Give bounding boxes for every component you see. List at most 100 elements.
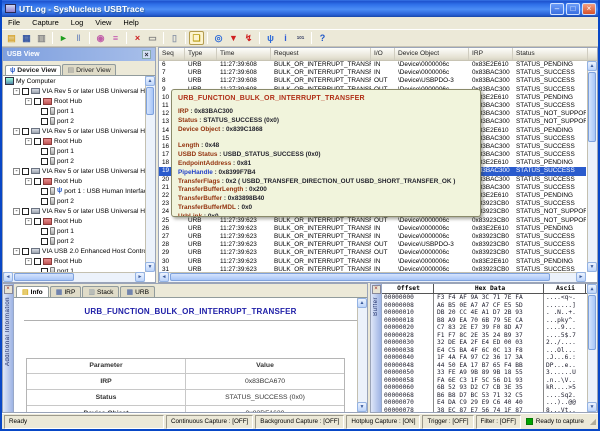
tree-item-controller[interactable]: -VIA Rev 5 or later USB Universal Host C xyxy=(3,126,145,136)
tree-item-port[interactable]: port 1 xyxy=(3,146,145,156)
checkbox[interactable] xyxy=(34,258,41,265)
scroll-down-icon[interactable]: ▼ xyxy=(145,262,155,272)
start-capture-icon[interactable]: ► xyxy=(56,31,71,45)
minimize-button[interactable]: – xyxy=(550,3,564,15)
tree-item-root-hub[interactable]: -Root Hub xyxy=(3,96,145,106)
tree-item-port[interactable]: port 1 xyxy=(3,106,145,116)
scroll-up-icon[interactable]: ▲ xyxy=(357,298,367,308)
tab-driver-view[interactable]: ▤Driver View xyxy=(62,64,115,75)
checkbox[interactable] xyxy=(22,128,29,135)
hex-row[interactable]: 0000003032 DE EA 2F E4 ED 00 032../.... xyxy=(382,339,587,347)
column-header-request[interactable]: Request xyxy=(271,48,371,60)
tree-item-controller[interactable]: -VIA Rev 5 or later USB Universal Host C xyxy=(3,86,145,96)
log-table-row[interactable]: 26URB11:27:39:623BULK_OR_INTERRUPT_TRANS… xyxy=(159,225,586,233)
checkbox[interactable] xyxy=(41,188,48,195)
checkbox[interactable] xyxy=(41,108,48,115)
column-header-device-object[interactable]: Device Object xyxy=(395,48,469,60)
checkbox[interactable] xyxy=(34,218,41,225)
tree-item-port[interactable]: port 2 xyxy=(3,236,145,246)
column-header-type[interactable]: Type xyxy=(185,48,217,60)
column-header-irp[interactable]: IRP xyxy=(469,48,513,60)
menu-item-help[interactable]: Help xyxy=(117,17,144,29)
find-icon[interactable]: ◎ xyxy=(211,31,226,45)
expander-icon[interactable]: - xyxy=(13,248,20,255)
close-button[interactable]: × xyxy=(582,3,596,15)
hex-row[interactable]: 00000008A6 B5 0E A7 A7 CF E5 5D.......] xyxy=(382,302,587,310)
tree-item-root-hub[interactable]: -Root Hub xyxy=(3,216,145,226)
tab-urb[interactable]: ▦URB xyxy=(120,286,155,297)
checkbox[interactable] xyxy=(41,118,48,125)
scroll-up-icon[interactable]: ▲ xyxy=(587,61,597,71)
export-log-icon[interactable]: ▥ xyxy=(34,31,49,45)
menu-item-capture[interactable]: Capture xyxy=(26,17,65,29)
hex-row[interactable]: 0000004844 50 EA 17 B7 65 F4 BBDP...e.. xyxy=(382,362,587,370)
expander-icon[interactable]: - xyxy=(13,208,20,215)
checkbox[interactable] xyxy=(22,88,29,95)
menu-item-file[interactable]: File xyxy=(2,17,26,29)
tree-item-port[interactable]: port 2 xyxy=(3,116,145,126)
hex-vertical-scrollbar[interactable]: ▲ ▼ xyxy=(587,284,597,412)
expander-icon[interactable]: - xyxy=(25,138,32,145)
scroll-left-icon[interactable]: ◄ xyxy=(159,272,169,282)
expander-icon[interactable]: - xyxy=(13,128,20,135)
scroll-right-icon[interactable]: ► xyxy=(576,272,586,282)
checkbox[interactable] xyxy=(41,238,48,245)
checkbox[interactable] xyxy=(22,168,29,175)
maximize-button[interactable]: □ xyxy=(566,3,580,15)
expander-icon[interactable]: - xyxy=(13,168,20,175)
hex-row[interactable]: 00000038E4 C5 BA 4F 6C 0C 13 F8...Ol... xyxy=(382,347,587,355)
delete-icon[interactable]: × xyxy=(130,31,145,45)
tree-item-port[interactable]: ψport 1 : USB Human Interface D xyxy=(3,186,145,196)
scroll-left-icon[interactable]: ◄ xyxy=(3,272,13,282)
help-icon[interactable]: ? xyxy=(315,31,330,45)
tree-horizontal-scrollbar[interactable]: ◄ ► xyxy=(3,272,145,282)
scroll-right-icon[interactable]: ► xyxy=(135,272,145,282)
usb-view-close-icon[interactable]: × xyxy=(142,50,151,59)
log-vertical-scrollbar[interactable]: ▲ ▼ xyxy=(587,61,597,272)
tree-item-my-computer[interactable]: My Computer xyxy=(3,76,145,86)
checkbox[interactable] xyxy=(34,138,41,145)
tree-item-port[interactable]: port 2 xyxy=(3,196,145,206)
log-table-row[interactable]: 25URB11:27:39:623BULK_OR_INTERRUPT_TRANS… xyxy=(159,217,586,225)
report-icon[interactable]: ▯ xyxy=(167,31,182,45)
scroll-down-icon[interactable]: ▼ xyxy=(357,402,367,412)
tab-device-view[interactable]: ψDevice View xyxy=(5,65,61,75)
log-scroll-thumb[interactable] xyxy=(588,72,596,142)
hex-row[interactable]: 0000005033 FE A9 9B 89 9B 18 553......U xyxy=(382,369,587,377)
column-header-io[interactable]: I/O xyxy=(371,48,395,60)
expander-icon[interactable]: - xyxy=(13,88,20,95)
expander-icon[interactable]: - xyxy=(25,178,32,185)
tree-item-controller[interactable]: -VIA Rev 5 or later USB Universal Host C xyxy=(3,166,145,176)
save-log-icon[interactable]: ▦ xyxy=(19,31,34,45)
checkbox[interactable] xyxy=(41,148,48,155)
tree-item-controller[interactable]: -VIA Rev 5 or later USB Universal Host C xyxy=(3,206,145,216)
column-header-status[interactable]: Status xyxy=(513,48,588,60)
log-table-row[interactable]: 7URB11:27:39:608BULK_OR_INTERRUPT_TRANSF… xyxy=(159,69,586,77)
log-table-row[interactable]: 6URB11:27:39:608BULK_OR_INTERRUPT_TRANSF… xyxy=(159,61,586,69)
buffer-panel-close-icon[interactable]: × xyxy=(372,285,381,294)
checkbox[interactable] xyxy=(41,158,48,165)
tab-stack[interactable]: ▥Stack xyxy=(82,286,119,297)
tree-item-port[interactable]: port 1 xyxy=(3,226,145,236)
raw-data-icon[interactable]: 101 xyxy=(293,31,308,45)
tab-irp[interactable]: ▦IRP xyxy=(50,286,82,297)
scroll-down-icon[interactable]: ▼ xyxy=(587,402,597,412)
expander-icon[interactable]: - xyxy=(25,258,32,265)
hex-row[interactable]: 000000401F 4A FA 97 C2 36 17 3A.J...6.: xyxy=(382,354,587,362)
checkbox[interactable] xyxy=(22,208,29,215)
pause-capture-icon[interactable]: ‖ xyxy=(71,31,86,45)
resize-grip-icon[interactable]: ◢ xyxy=(590,418,596,426)
column-header-seq[interactable]: Seq xyxy=(159,48,185,60)
checkbox[interactable] xyxy=(22,248,29,255)
capture-options-icon[interactable]: ◉ xyxy=(93,31,108,45)
tree-vertical-scrollbar[interactable]: ▲ ▼ xyxy=(145,76,155,272)
tree-item-root-hub[interactable]: -Root Hub xyxy=(3,136,145,146)
checkbox[interactable] xyxy=(41,198,48,205)
tree-hscroll-thumb[interactable] xyxy=(14,273,74,281)
tree-item-controller[interactable]: -VIA USB 2.0 Enhanced Host Controller xyxy=(3,246,145,256)
tree-item-root-hub[interactable]: -Root Hub xyxy=(3,176,145,186)
info-panel-close-icon[interactable]: × xyxy=(4,285,13,294)
log-table-row[interactable]: 30URB11:27:39:623BULK_OR_INTERRUPT_TRANS… xyxy=(159,258,586,266)
log-table-row[interactable]: 8URB11:27:39:608BULK_OR_INTERRUPT_TRANSF… xyxy=(159,77,586,85)
tree-item-port[interactable]: port 2 xyxy=(3,156,145,166)
